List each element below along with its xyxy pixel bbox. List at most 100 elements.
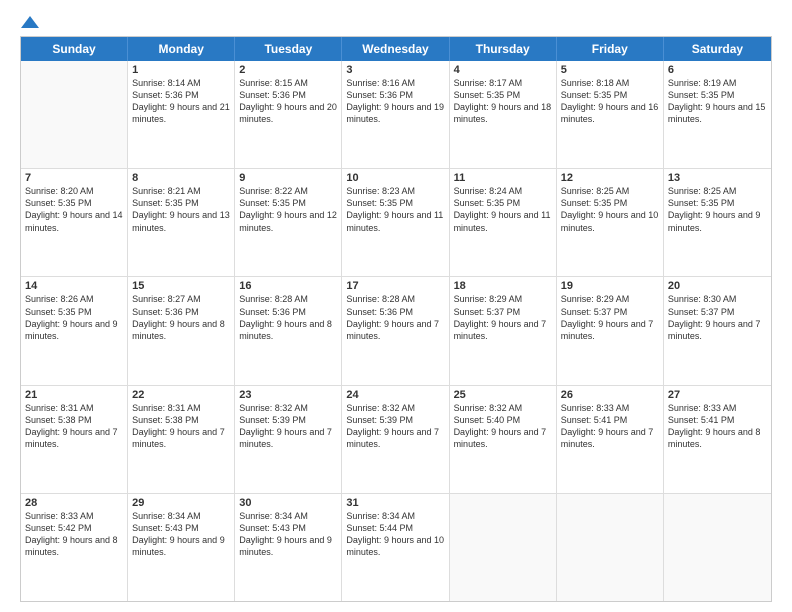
calendar-cell: 28Sunrise: 8:33 AMSunset: 5:42 PMDayligh… [21,494,128,601]
calendar-cell: 4Sunrise: 8:17 AMSunset: 5:35 PMDaylight… [450,61,557,168]
day-number: 15 [132,280,230,292]
calendar-cell: 15Sunrise: 8:27 AMSunset: 5:36 PMDayligh… [128,277,235,384]
calendar-cell: 27Sunrise: 8:33 AMSunset: 5:41 PMDayligh… [664,386,771,493]
calendar-cell: 2Sunrise: 8:15 AMSunset: 5:36 PMDaylight… [235,61,342,168]
day-number: 5 [561,64,659,76]
header-day-thursday: Thursday [450,37,557,61]
calendar-cell [450,494,557,601]
cell-info: Sunrise: 8:29 AMSunset: 5:37 PMDaylight:… [561,293,659,342]
cell-info: Sunrise: 8:33 AMSunset: 5:41 PMDaylight:… [561,402,659,451]
cell-info: Sunrise: 8:14 AMSunset: 5:36 PMDaylight:… [132,77,230,126]
cell-info: Sunrise: 8:32 AMSunset: 5:39 PMDaylight:… [346,402,444,451]
calendar-week-5: 28Sunrise: 8:33 AMSunset: 5:42 PMDayligh… [21,494,771,601]
calendar-cell: 9Sunrise: 8:22 AMSunset: 5:35 PMDaylight… [235,169,342,276]
calendar-week-1: 1Sunrise: 8:14 AMSunset: 5:36 PMDaylight… [21,61,771,169]
header-day-wednesday: Wednesday [342,37,449,61]
day-number: 25 [454,389,552,401]
day-number: 28 [25,497,123,509]
cell-info: Sunrise: 8:34 AMSunset: 5:43 PMDaylight:… [239,510,337,559]
calendar-cell [664,494,771,601]
calendar-week-4: 21Sunrise: 8:31 AMSunset: 5:38 PMDayligh… [21,386,771,494]
calendar-cell: 21Sunrise: 8:31 AMSunset: 5:38 PMDayligh… [21,386,128,493]
day-number: 11 [454,172,552,184]
day-number: 17 [346,280,444,292]
cell-info: Sunrise: 8:18 AMSunset: 5:35 PMDaylight:… [561,77,659,126]
header [20,18,772,28]
calendar-cell: 24Sunrise: 8:32 AMSunset: 5:39 PMDayligh… [342,386,449,493]
cell-info: Sunrise: 8:33 AMSunset: 5:41 PMDaylight:… [668,402,767,451]
header-day-sunday: Sunday [21,37,128,61]
cell-info: Sunrise: 8:24 AMSunset: 5:35 PMDaylight:… [454,185,552,234]
header-day-tuesday: Tuesday [235,37,342,61]
calendar-cell: 7Sunrise: 8:20 AMSunset: 5:35 PMDaylight… [21,169,128,276]
day-number: 12 [561,172,659,184]
cell-info: Sunrise: 8:32 AMSunset: 5:39 PMDaylight:… [239,402,337,451]
cell-info: Sunrise: 8:32 AMSunset: 5:40 PMDaylight:… [454,402,552,451]
cell-info: Sunrise: 8:33 AMSunset: 5:42 PMDaylight:… [25,510,123,559]
cell-info: Sunrise: 8:19 AMSunset: 5:35 PMDaylight:… [668,77,767,126]
day-number: 23 [239,389,337,401]
calendar-body: 1Sunrise: 8:14 AMSunset: 5:36 PMDaylight… [21,61,771,601]
day-number: 19 [561,280,659,292]
calendar-cell: 25Sunrise: 8:32 AMSunset: 5:40 PMDayligh… [450,386,557,493]
day-number: 22 [132,389,230,401]
calendar-cell: 22Sunrise: 8:31 AMSunset: 5:38 PMDayligh… [128,386,235,493]
cell-info: Sunrise: 8:27 AMSunset: 5:36 PMDaylight:… [132,293,230,342]
calendar-week-3: 14Sunrise: 8:26 AMSunset: 5:35 PMDayligh… [21,277,771,385]
day-number: 7 [25,172,123,184]
cell-info: Sunrise: 8:25 AMSunset: 5:35 PMDaylight:… [561,185,659,234]
calendar-cell: 31Sunrise: 8:34 AMSunset: 5:44 PMDayligh… [342,494,449,601]
day-number: 1 [132,64,230,76]
calendar-cell: 14Sunrise: 8:26 AMSunset: 5:35 PMDayligh… [21,277,128,384]
day-number: 9 [239,172,337,184]
calendar-cell: 10Sunrise: 8:23 AMSunset: 5:35 PMDayligh… [342,169,449,276]
page: SundayMondayTuesdayWednesdayThursdayFrid… [0,0,792,612]
calendar-week-2: 7Sunrise: 8:20 AMSunset: 5:35 PMDaylight… [21,169,771,277]
calendar-cell [21,61,128,168]
day-number: 21 [25,389,123,401]
day-number: 30 [239,497,337,509]
header-day-saturday: Saturday [664,37,771,61]
day-number: 6 [668,64,767,76]
day-number: 3 [346,64,444,76]
calendar-cell: 20Sunrise: 8:30 AMSunset: 5:37 PMDayligh… [664,277,771,384]
calendar-cell: 8Sunrise: 8:21 AMSunset: 5:35 PMDaylight… [128,169,235,276]
calendar-cell: 5Sunrise: 8:18 AMSunset: 5:35 PMDaylight… [557,61,664,168]
cell-info: Sunrise: 8:34 AMSunset: 5:44 PMDaylight:… [346,510,444,559]
calendar-cell: 6Sunrise: 8:19 AMSunset: 5:35 PMDaylight… [664,61,771,168]
day-number: 26 [561,389,659,401]
cell-info: Sunrise: 8:28 AMSunset: 5:36 PMDaylight:… [346,293,444,342]
calendar-cell: 19Sunrise: 8:29 AMSunset: 5:37 PMDayligh… [557,277,664,384]
calendar: SundayMondayTuesdayWednesdayThursdayFrid… [20,36,772,602]
day-number: 8 [132,172,230,184]
day-number: 4 [454,64,552,76]
calendar-cell: 13Sunrise: 8:25 AMSunset: 5:35 PMDayligh… [664,169,771,276]
logo [20,18,39,28]
cell-info: Sunrise: 8:29 AMSunset: 5:37 PMDaylight:… [454,293,552,342]
calendar-cell: 3Sunrise: 8:16 AMSunset: 5:36 PMDaylight… [342,61,449,168]
cell-info: Sunrise: 8:30 AMSunset: 5:37 PMDaylight:… [668,293,767,342]
calendar-cell: 11Sunrise: 8:24 AMSunset: 5:35 PMDayligh… [450,169,557,276]
calendar-cell: 23Sunrise: 8:32 AMSunset: 5:39 PMDayligh… [235,386,342,493]
logo-bird-icon [21,14,39,32]
day-number: 2 [239,64,337,76]
calendar-cell: 29Sunrise: 8:34 AMSunset: 5:43 PMDayligh… [128,494,235,601]
day-number: 29 [132,497,230,509]
cell-info: Sunrise: 8:28 AMSunset: 5:36 PMDaylight:… [239,293,337,342]
day-number: 31 [346,497,444,509]
day-number: 27 [668,389,767,401]
header-day-friday: Friday [557,37,664,61]
cell-info: Sunrise: 8:25 AMSunset: 5:35 PMDaylight:… [668,185,767,234]
cell-info: Sunrise: 8:22 AMSunset: 5:35 PMDaylight:… [239,185,337,234]
cell-info: Sunrise: 8:23 AMSunset: 5:35 PMDaylight:… [346,185,444,234]
day-number: 20 [668,280,767,292]
calendar-cell: 26Sunrise: 8:33 AMSunset: 5:41 PMDayligh… [557,386,664,493]
calendar-cell: 16Sunrise: 8:28 AMSunset: 5:36 PMDayligh… [235,277,342,384]
cell-info: Sunrise: 8:26 AMSunset: 5:35 PMDaylight:… [25,293,123,342]
cell-info: Sunrise: 8:34 AMSunset: 5:43 PMDaylight:… [132,510,230,559]
calendar-cell: 17Sunrise: 8:28 AMSunset: 5:36 PMDayligh… [342,277,449,384]
calendar-header: SundayMondayTuesdayWednesdayThursdayFrid… [21,37,771,61]
cell-info: Sunrise: 8:17 AMSunset: 5:35 PMDaylight:… [454,77,552,126]
cell-info: Sunrise: 8:31 AMSunset: 5:38 PMDaylight:… [25,402,123,451]
calendar-cell: 18Sunrise: 8:29 AMSunset: 5:37 PMDayligh… [450,277,557,384]
